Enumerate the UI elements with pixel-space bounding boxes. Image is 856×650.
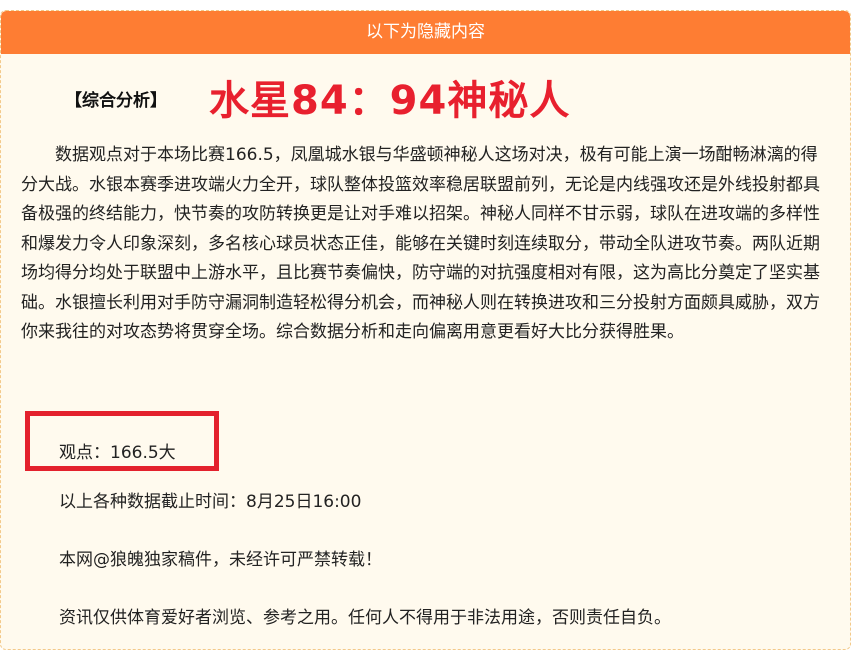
- data-cutoff-time: 以上各种数据截止时间：8月25日16:00: [59, 492, 362, 512]
- hidden-content-panel: 以下为隐藏内容 【综合分析】 水星84：94神秘人 数据观点对于本场比赛166.…: [0, 10, 851, 650]
- analysis-paragraph: 数据观点对于本场比赛166.5，凤凰城水银与华盛顿神秘人这场对决，极有可能上演一…: [21, 145, 820, 342]
- summary-row: 【综合分析】 水星84：94神秘人: [1, 73, 850, 129]
- disclaimer: 资讯仅供体育爱好者浏览、参考之用。任何人不得用于非法用途，否则责任自负。: [59, 608, 671, 628]
- copyright-notice: 本网@狼魄独家稿件，未经许可严禁转载！: [59, 550, 382, 570]
- panel-header: 以下为隐藏内容: [1, 11, 850, 54]
- viewpoint-text: 观点：166.5大: [59, 443, 176, 463]
- score-headline: 水星84：94神秘人: [209, 78, 571, 124]
- section-label: 【综合分析】: [65, 91, 167, 111]
